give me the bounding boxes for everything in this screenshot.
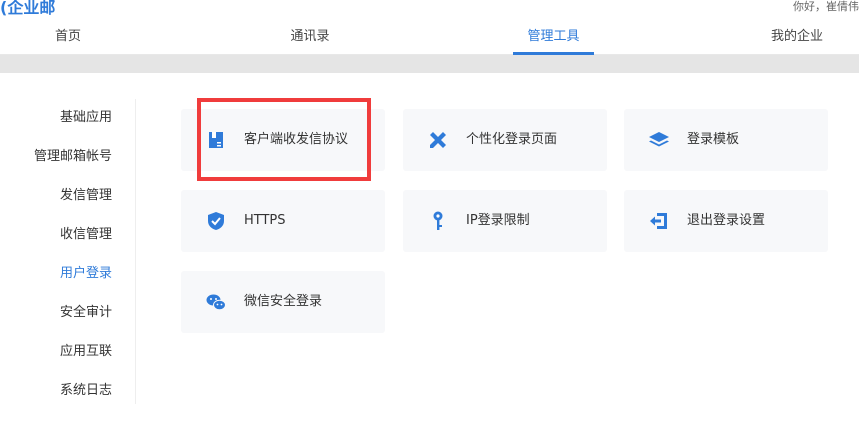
card-wechat-secure-login[interactable]: 微信安全登录 [181,271,385,333]
tab-my-enterprise[interactable]: 我的企业 [762,18,832,55]
sidebar-item-user-login[interactable]: 用户登录 [60,264,112,284]
card-ip-login-restriction[interactable]: IP登录限制 [403,190,607,252]
shield-check-icon [208,212,224,230]
user-greeting: 你好，崔倩伟 [793,0,859,13]
card-label: 退出登录设置 [687,213,766,228]
brand-logo-text[interactable]: (企业邮 [0,0,55,18]
sidebar-item-receive-management[interactable]: 收信管理 [60,225,112,245]
card-label: IP登录限制 [466,213,530,228]
top-bar: (企业邮 你好，崔倩伟 [0,0,859,18]
card-label: 登录模板 [687,132,740,147]
tab-contacts[interactable]: 通讯录 [282,18,338,55]
main-nav: 首页 通讯录 管理工具 我的企业 [0,18,859,55]
card-custom-login-page[interactable]: 个性化登录页面 [403,109,607,171]
key-icon [433,211,443,230]
sidebar-item-app-integration[interactable]: 应用互联 [60,342,112,362]
card-https[interactable]: HTTPS [181,190,385,252]
pencil-ruler-icon [430,132,446,148]
highlight-box [197,98,371,181]
card-logout-settings[interactable]: 退出登录设置 [624,190,828,252]
sidebar-item-system-logs[interactable]: 系统日志 [60,381,112,401]
card-label: 个性化登录页面 [466,132,558,147]
sidebar: 基础应用 管理邮箱帐号 发信管理 收信管理 用户登录 安全审计 应用互联 系统日… [0,99,136,404]
layers-icon [649,132,669,147]
sidebar-item-send-management[interactable]: 发信管理 [60,186,112,206]
tab-home[interactable]: 首页 [40,18,96,55]
wechat-icon [206,294,226,311]
sidebar-item-security-audit[interactable]: 安全审计 [60,303,112,323]
card-label: 微信安全登录 [244,294,323,309]
card-label: HTTPS [244,213,286,228]
logout-icon [650,213,667,229]
card-login-template[interactable]: 登录模板 [624,109,828,171]
sidebar-item-basic-apps[interactable]: 基础应用 [60,108,112,128]
divider-band [0,55,859,73]
tab-admin-tools[interactable]: 管理工具 [513,18,594,55]
sidebar-item-mailbox-accounts[interactable]: 管理邮箱帐号 [34,147,112,167]
